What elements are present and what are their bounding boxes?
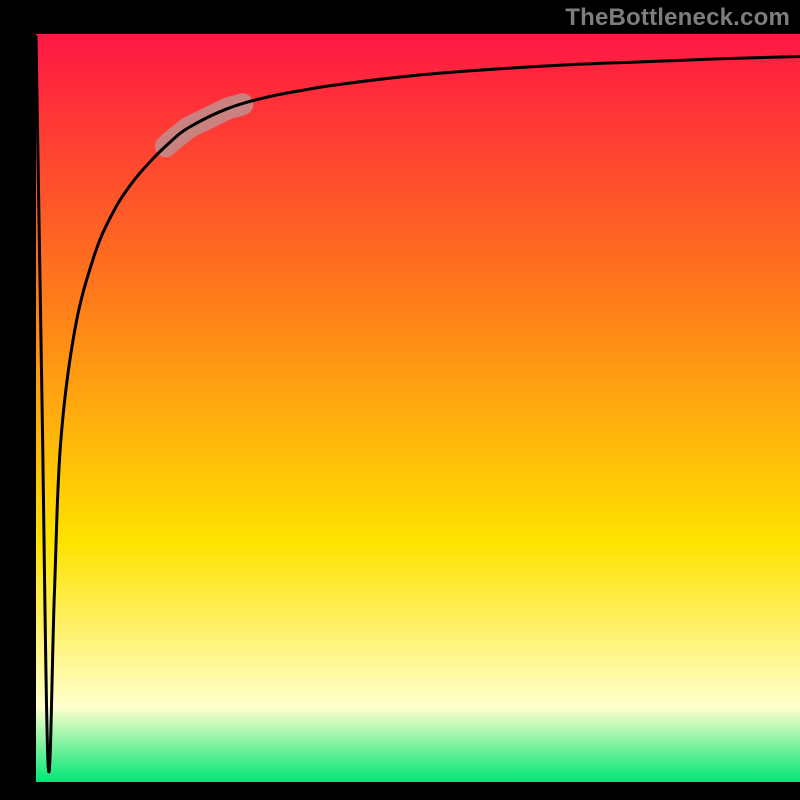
watermark-text: TheBottleneck.com	[565, 4, 790, 32]
gradient-background	[36, 34, 800, 782]
bottleneck-curve-chart	[0, 0, 800, 800]
chart-stage: TheBottleneck.com	[0, 0, 800, 800]
